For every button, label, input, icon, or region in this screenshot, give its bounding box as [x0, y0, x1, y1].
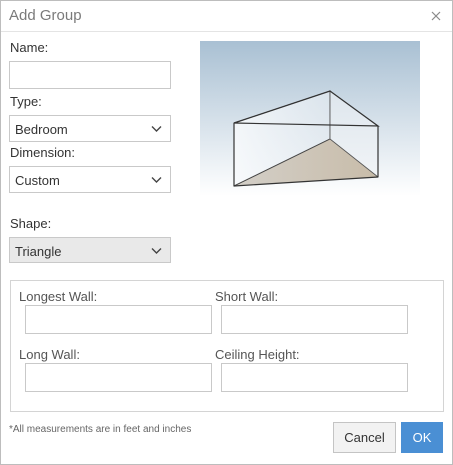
shape-select-value: Triangle: [15, 244, 62, 259]
dialog-title: Add Group: [9, 7, 82, 24]
long-wall-label: Long Wall:: [19, 347, 80, 362]
ceiling-height-input[interactable]: [221, 363, 408, 392]
dialog-titlebar: Add Group: [1, 1, 452, 32]
dimension-select-value: Custom: [15, 173, 60, 188]
type-select-value: Bedroom: [15, 122, 68, 137]
short-wall-label: Short Wall:: [215, 289, 279, 304]
chevron-down-icon: [151, 126, 162, 132]
long-wall-input[interactable]: [25, 363, 212, 392]
ok-button[interactable]: OK: [401, 422, 443, 453]
type-label: Type:: [10, 94, 42, 109]
name-label: Name:: [10, 40, 49, 55]
cancel-button[interactable]: Cancel: [333, 422, 396, 453]
chevron-down-icon: [151, 248, 162, 254]
ceiling-height-label: Ceiling Height:: [215, 347, 300, 362]
dimension-select[interactable]: Custom: [9, 166, 171, 193]
add-group-dialog: Add Group Name: Type: Bedroom Dimension:…: [0, 0, 453, 465]
shape-select[interactable]: Triangle: [9, 237, 171, 263]
close-icon[interactable]: [426, 6, 446, 26]
short-wall-input[interactable]: [221, 305, 408, 334]
measurements-panel: Longest Wall: Short Wall: Long Wall: Cei…: [10, 280, 444, 412]
type-select[interactable]: Bedroom: [9, 115, 171, 142]
name-input[interactable]: [9, 61, 171, 89]
longest-wall-label: Longest Wall:: [19, 289, 98, 304]
measurement-footnote: *All measurements are in feet and inches: [9, 424, 192, 435]
chevron-down-icon: [151, 177, 162, 183]
room-shape-illustration: [200, 41, 420, 196]
dimension-label: Dimension:: [10, 145, 76, 160]
longest-wall-input[interactable]: [25, 305, 212, 334]
shape-label: Shape:: [10, 216, 52, 231]
